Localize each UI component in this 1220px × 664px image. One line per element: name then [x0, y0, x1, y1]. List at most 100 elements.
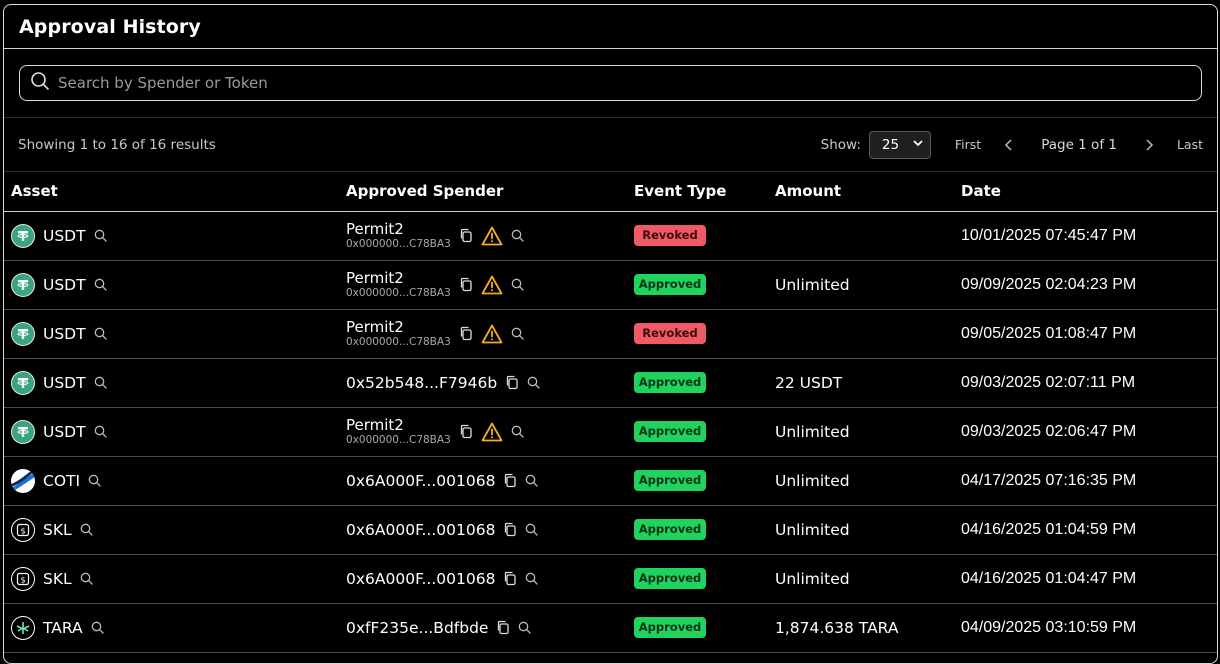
- event-type-badge: Approved: [634, 274, 706, 295]
- asset-search-icon[interactable]: [94, 327, 107, 340]
- spender-search-icon[interactable]: [511, 278, 524, 291]
- table-header-row: Asset Approved Spender Event Type Amount…: [4, 172, 1217, 211]
- spender-search-icon[interactable]: [518, 621, 532, 634]
- table-row: $ SKL 0x6A000F...001068 Approved Unlimited 04…: [4, 505, 1217, 554]
- spender-name: Permit2: [346, 415, 404, 434]
- copy-icon[interactable]: [459, 326, 473, 341]
- spender-cell: Permit2 0x000000...C78BA3: [346, 415, 634, 447]
- spender-search-icon[interactable]: [511, 425, 524, 438]
- usdt-token-icon: [11, 370, 35, 395]
- search-input[interactable]: [58, 74, 1201, 92]
- amount-cell: Unlimited: [775, 569, 850, 588]
- spender-search-icon[interactable]: [525, 572, 539, 585]
- asset-search-icon[interactable]: [91, 621, 104, 634]
- amount-cell: Unlimited: [775, 275, 850, 294]
- page-info: Page 1 of 1: [1041, 136, 1117, 153]
- col-amount: Amount: [775, 182, 842, 201]
- table-row: USDT Permit2 0x000000...C78BA3 Approved Unli…: [4, 407, 1217, 456]
- asset-name: USDT: [43, 324, 86, 343]
- asset-cell: USDT: [11, 370, 346, 395]
- date-cell: 04/16/2025 01:04:47 PM: [961, 569, 1137, 587]
- asset-search-icon[interactable]: [94, 425, 107, 438]
- pagination-controls: Show: 25 First Page 1 of 1 Last: [820, 130, 1203, 159]
- last-page-button[interactable]: Last: [1177, 137, 1203, 152]
- asset-cell: USDT: [11, 223, 346, 248]
- spender-search-icon[interactable]: [527, 376, 540, 389]
- spender-search-icon[interactable]: [525, 523, 539, 536]
- event-type-badge: Approved: [634, 617, 706, 638]
- asset-search-icon[interactable]: [94, 376, 107, 389]
- table-row: COTI 0x6A000F...001068 Approved Unlimited 04…: [4, 456, 1217, 505]
- date-cell: 09/05/2025 01:08:47 PM: [961, 324, 1137, 342]
- asset-cell: $ SKL: [11, 566, 346, 591]
- amount-cell: 1,874.638 TARA: [775, 618, 899, 637]
- copy-icon[interactable]: [505, 375, 519, 390]
- date-cell: 10/01/2025 07:45:47 PM: [961, 226, 1137, 244]
- copy-icon[interactable]: [459, 228, 473, 243]
- copy-icon[interactable]: [503, 522, 517, 537]
- usdt-token-icon: [11, 419, 35, 444]
- col-asset: Asset: [11, 182, 58, 201]
- date-cell: 04/17/2025 07:16:35 PM: [961, 471, 1137, 489]
- asset-cell: $ SKL: [11, 517, 346, 542]
- copy-icon[interactable]: [459, 277, 473, 292]
- spender-address: 0x6A000F...001068: [346, 520, 496, 539]
- usdt-token-icon: [11, 272, 35, 297]
- warning-icon[interactable]: [481, 226, 503, 246]
- skl-token-icon: $: [11, 566, 35, 591]
- copy-icon[interactable]: [503, 473, 517, 488]
- spender-address: 0x000000...C78BA3: [346, 335, 451, 348]
- event-type-badge: Approved: [634, 470, 706, 491]
- panel-header: Approval History: [4, 5, 1217, 49]
- asset-search-icon[interactable]: [88, 474, 101, 487]
- spender-search-icon[interactable]: [511, 229, 524, 242]
- date-cell: 04/09/2025 03:10:59 PM: [961, 618, 1137, 636]
- copy-icon[interactable]: [503, 571, 517, 586]
- date-cell: 09/09/2025 02:04:23 PM: [961, 275, 1137, 293]
- asset-search-icon[interactable]: [94, 278, 107, 291]
- amount-cell: Unlimited: [775, 422, 850, 441]
- table-row: USDT Permit2 0x000000...C78BA3 Revoked 10/01…: [4, 211, 1217, 260]
- chevron-down-icon: [912, 137, 924, 153]
- asset-search-icon[interactable]: [94, 229, 107, 242]
- asset-search-icon[interactable]: [80, 523, 93, 536]
- event-type-badge: Revoked: [634, 323, 706, 344]
- spender-address: 0xfF235e...Bdfbde: [346, 618, 489, 637]
- chevron-left-icon[interactable]: [999, 138, 1019, 151]
- page-size-select[interactable]: 25: [868, 130, 931, 159]
- approval-table: Asset Approved Spender Event Type Amount…: [4, 172, 1217, 653]
- warning-icon[interactable]: [481, 324, 503, 344]
- asset-cell: USDT: [11, 419, 346, 444]
- svg-text:$: $: [20, 575, 25, 584]
- spender-name: Permit2: [346, 219, 404, 238]
- spender-search-icon[interactable]: [511, 327, 524, 340]
- asset-cell: COTI: [11, 468, 346, 493]
- event-type-badge: Approved: [634, 421, 706, 442]
- amount-cell: 22 USDT: [775, 373, 843, 392]
- asset-name: USDT: [43, 373, 86, 392]
- event-type-badge: Approved: [634, 568, 706, 589]
- warning-icon[interactable]: [481, 275, 503, 295]
- first-page-button[interactable]: First: [955, 137, 981, 152]
- event-type-badge: Approved: [634, 519, 706, 540]
- warning-icon[interactable]: [481, 422, 503, 442]
- spender-cell: Permit2 0x000000...C78BA3: [346, 318, 634, 349]
- spender-search-icon[interactable]: [525, 474, 539, 487]
- copy-icon[interactable]: [496, 620, 510, 635]
- search-box[interactable]: [19, 65, 1202, 101]
- table-row: TARA 0xfF235e...Bdfbde Approved 1,874.638 T…: [4, 603, 1217, 652]
- asset-search-icon[interactable]: [80, 572, 93, 585]
- spender-name: Permit2: [346, 268, 404, 287]
- spender-address: 0x52b548...F7946b: [346, 373, 498, 392]
- show-label: Show:: [820, 136, 861, 153]
- copy-icon[interactable]: [459, 424, 473, 439]
- table-body: USDT Permit2 0x000000...C78BA3 Revoked 10/01…: [4, 211, 1217, 652]
- svg-text:$: $: [20, 526, 25, 535]
- spender-cell: 0x6A000F...001068: [346, 472, 634, 490]
- chevron-right-icon[interactable]: [1139, 138, 1159, 151]
- spender-cell: 0xfF235e...Bdfbde: [346, 619, 634, 637]
- asset-cell: TARA: [11, 615, 346, 640]
- table-row: $ SKL 0x6A000F...001068 Approved Unlimited 04…: [4, 554, 1217, 603]
- event-type-badge: Revoked: [634, 225, 706, 246]
- search-icon: [30, 71, 50, 95]
